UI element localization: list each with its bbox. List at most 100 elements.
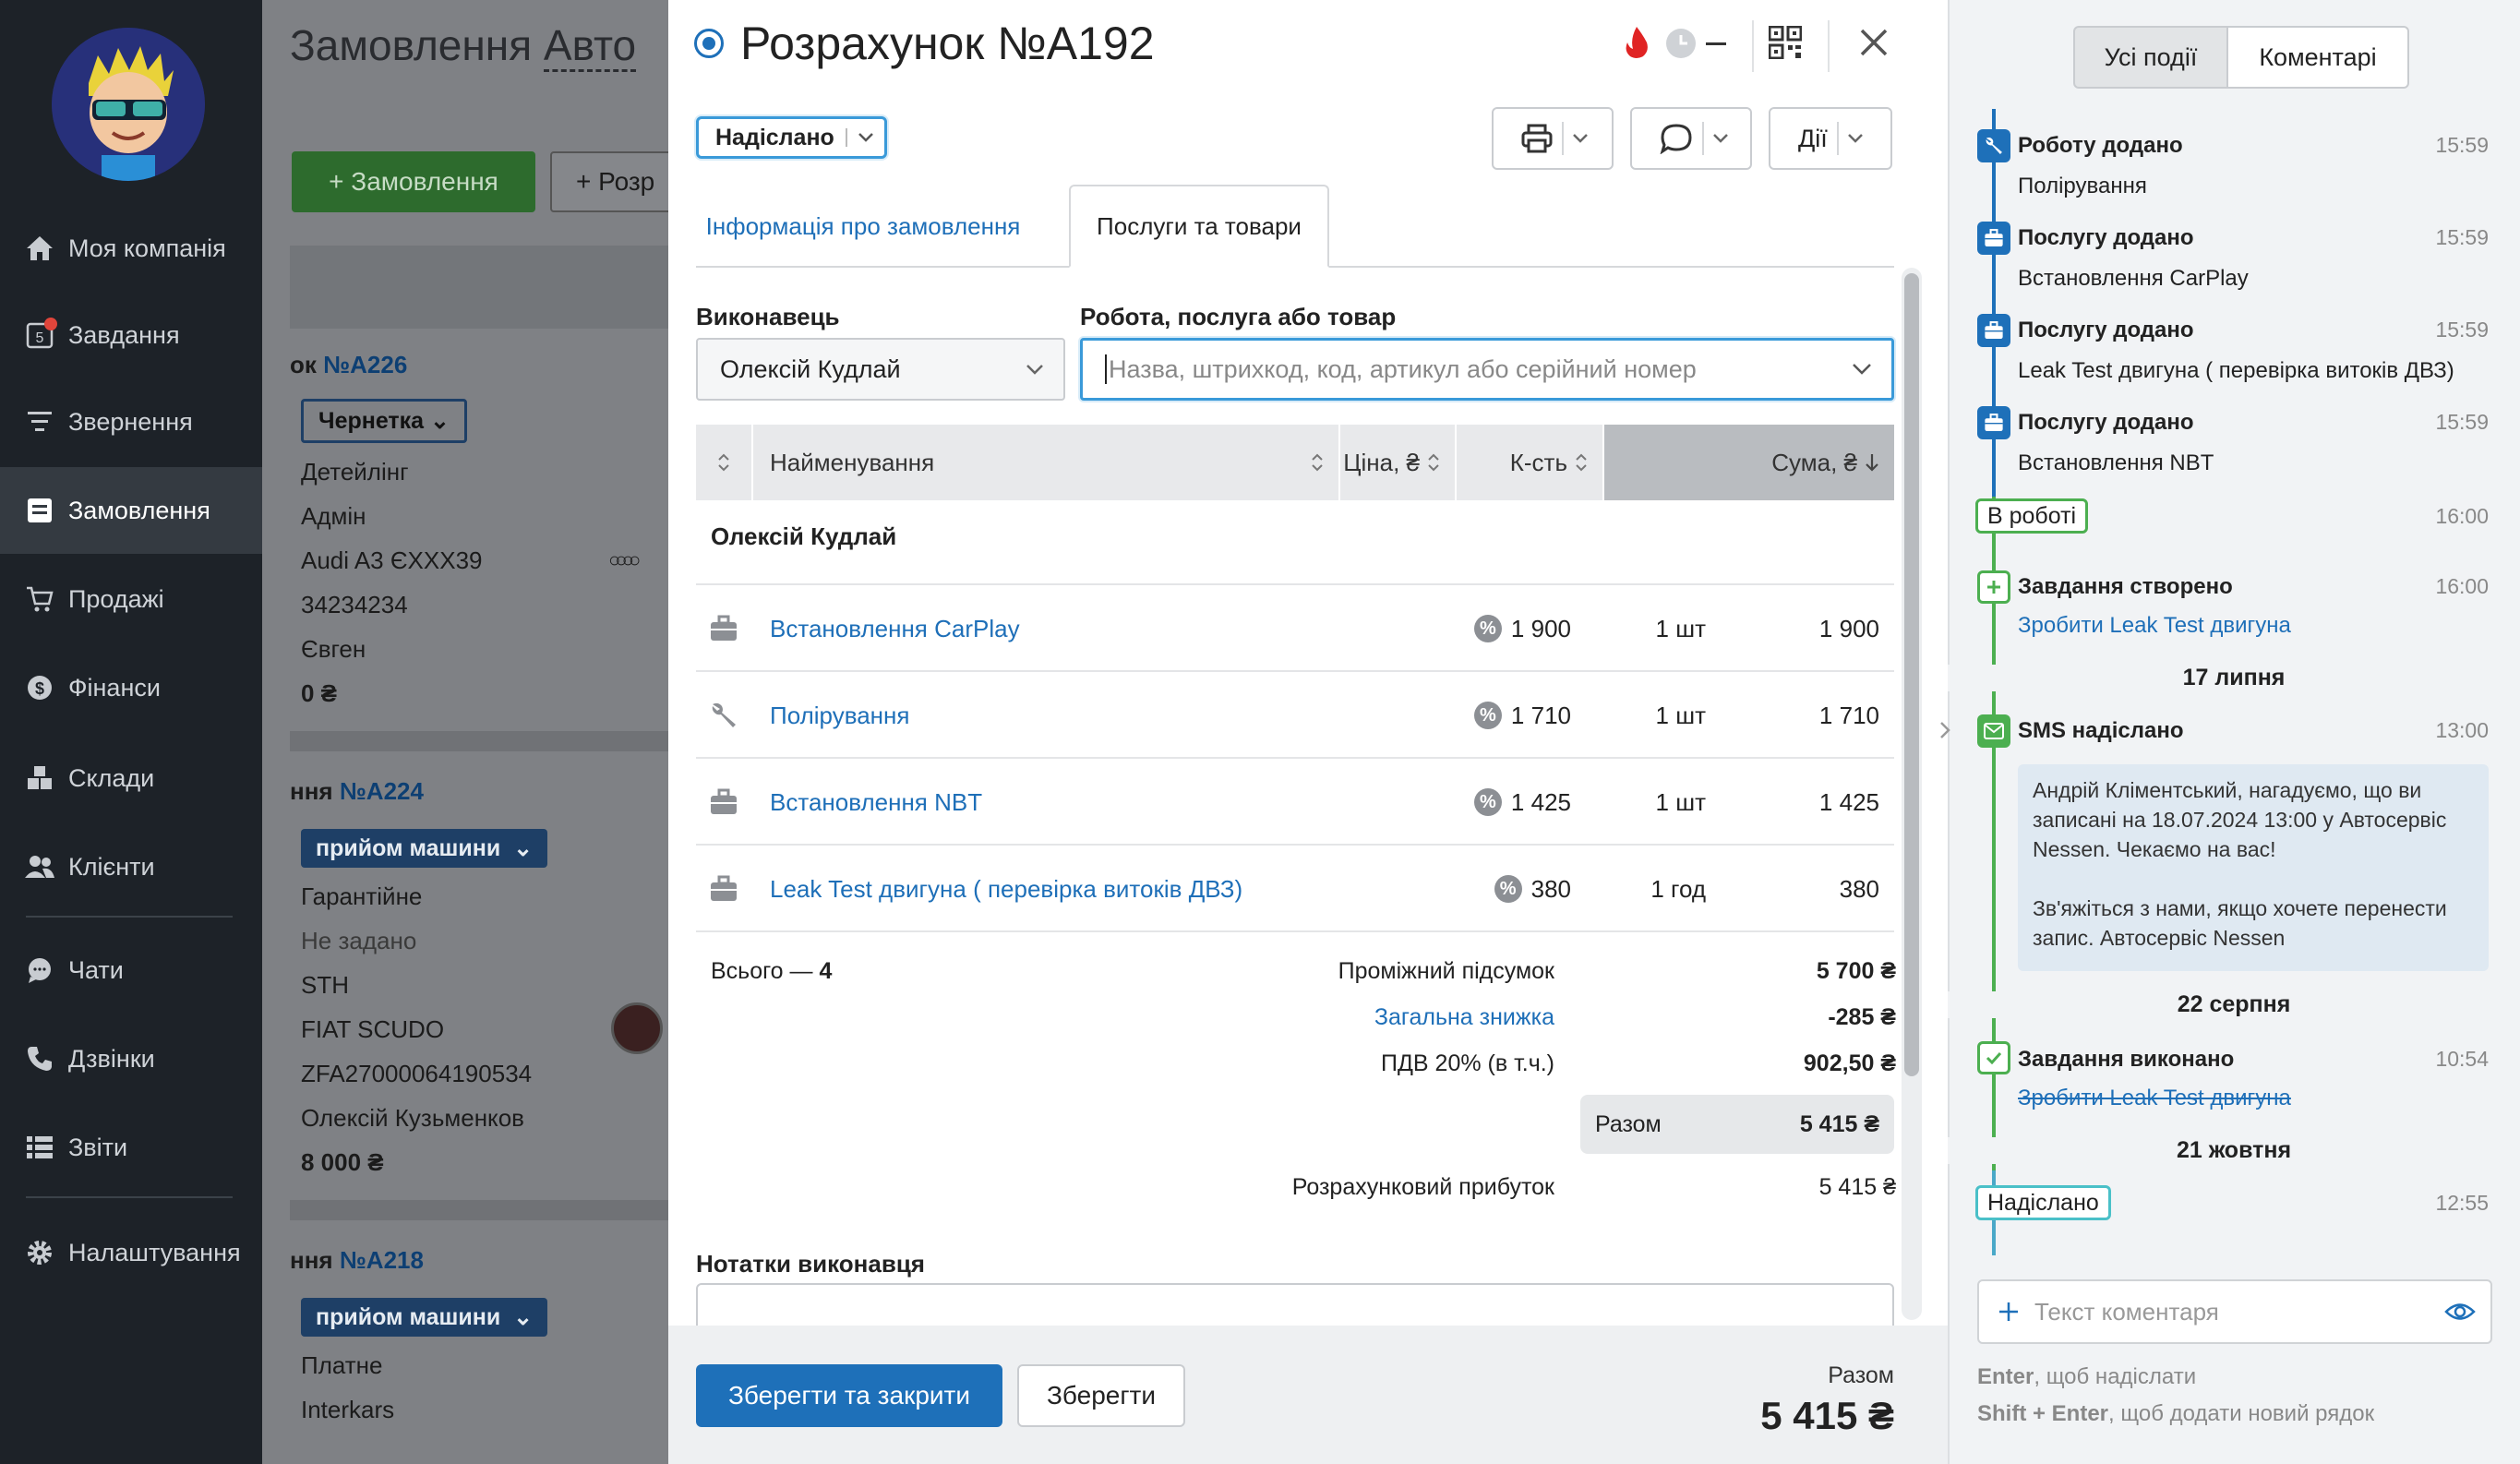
eye-icon[interactable] bbox=[2444, 1302, 2476, 1322]
nav-label: Фінанси bbox=[68, 673, 161, 702]
actions-label: Дії bbox=[1798, 124, 1828, 152]
nav-finance[interactable]: $ Фінанси bbox=[0, 644, 262, 731]
user-avatar[interactable] bbox=[52, 28, 205, 181]
row-qty: 1 год bbox=[1650, 874, 1706, 903]
save-button[interactable]: Зберегти bbox=[1017, 1364, 1185, 1427]
vat-label: ПДВ 20% (в т.ч.) bbox=[1381, 1050, 1554, 1076]
column-name[interactable]: Найменування bbox=[753, 425, 1340, 500]
divider bbox=[290, 731, 668, 751]
column-qty[interactable]: К-сть bbox=[1457, 425, 1604, 500]
table-row[interactable]: Встановлення CarPlay % 1 900 1 шт 1 900 bbox=[696, 585, 1894, 672]
executor-select[interactable]: Олексій Кудлай bbox=[696, 338, 1065, 401]
date-separator: 17 липня bbox=[1948, 665, 2520, 691]
chat-bubble-icon bbox=[22, 954, 57, 986]
order-card-header[interactable]: ння №A218 bbox=[290, 1246, 424, 1275]
nav-label: Звернення bbox=[68, 407, 193, 436]
event-title: Завдання створено bbox=[2018, 574, 2233, 599]
percent-icon: % bbox=[1473, 615, 1502, 642]
briefcase-icon bbox=[709, 759, 738, 846]
nav-sales[interactable]: Продажі bbox=[0, 556, 262, 642]
nav-chats[interactable]: Чати bbox=[0, 927, 262, 1014]
message-button[interactable] bbox=[1630, 107, 1752, 170]
order-type: Гарантійне bbox=[301, 882, 423, 910]
add-calc-button[interactable]: + Розр bbox=[550, 151, 668, 212]
row-sum: 1 425 bbox=[1818, 787, 1879, 816]
tab-all-events[interactable]: Усі події bbox=[2073, 26, 2228, 89]
priority-flame-icon[interactable] bbox=[1623, 26, 1650, 66]
chevron-right-icon bbox=[1940, 722, 1950, 738]
row-name-link[interactable]: Полірування bbox=[770, 672, 909, 759]
clock-icon bbox=[1666, 29, 1696, 58]
nav-label: Дзвінки bbox=[68, 1044, 155, 1073]
row-name-link[interactable]: Встановлення CarPlay bbox=[770, 585, 1020, 672]
date-separator: 21 жовтня bbox=[1948, 1137, 2520, 1164]
event-time: 10:54 bbox=[2435, 1047, 2489, 1071]
footer-total-label: Разом bbox=[1828, 1362, 1894, 1388]
order-source: STH bbox=[301, 971, 349, 999]
save-and-close-button[interactable]: Зберегти та закрити bbox=[696, 1364, 1002, 1427]
nav-tasks[interactable]: 5 Завдання bbox=[0, 292, 262, 378]
print-button[interactable] bbox=[1492, 107, 1614, 170]
row-name-link[interactable]: Встановлення NBT bbox=[770, 759, 982, 846]
qr-code-icon[interactable] bbox=[1768, 25, 1803, 66]
timer-indicator[interactable] bbox=[1665, 28, 1726, 59]
sort-handle[interactable] bbox=[696, 425, 753, 500]
tab-comments[interactable]: Коментарі bbox=[2226, 26, 2409, 89]
fiat-logo-icon bbox=[611, 1002, 663, 1054]
executor-value: Олексій Кудлай bbox=[720, 354, 901, 383]
close-icon[interactable] bbox=[1859, 28, 1889, 64]
table-row[interactable]: Полірування % 1 710 1 шт 1 710 bbox=[696, 672, 1894, 759]
nav-requests[interactable]: Звернення bbox=[0, 378, 262, 465]
comment-input[interactable]: Текст коментаря bbox=[1977, 1279, 2492, 1344]
footer-total-value: 5 415 ₴ bbox=[1760, 1394, 1894, 1437]
nav-orders[interactable]: Замовлення bbox=[0, 467, 262, 554]
plus-icon[interactable] bbox=[1998, 1301, 2020, 1323]
order-client: Євген bbox=[301, 635, 366, 663]
status-select[interactable]: Надіслано bbox=[696, 116, 887, 159]
scrollbar-thumb[interactable] bbox=[1904, 273, 1919, 1076]
collapse-toggle[interactable] bbox=[1931, 716, 1959, 744]
scrollbar-track[interactable] bbox=[1902, 268, 1922, 1320]
table-row[interactable]: Встановлення NBT % 1 425 1 шт 1 425 bbox=[696, 759, 1894, 846]
filter-bar bbox=[290, 246, 668, 329]
task-link-completed[interactable]: Зробити Leak Test двигуна bbox=[2018, 1086, 2291, 1111]
order-vin: ZFA27000064190534 bbox=[301, 1060, 533, 1087]
column-sum[interactable]: Сума, ₴ bbox=[1604, 425, 1894, 500]
service-icon bbox=[1977, 314, 2010, 347]
row-price: % 380 bbox=[1494, 846, 1571, 932]
executor-label: Виконавець bbox=[696, 303, 840, 330]
actions-button[interactable]: Дії bbox=[1769, 107, 1892, 170]
event-time: 13:00 bbox=[2435, 718, 2489, 742]
order-status[interactable]: прийом машини ⌄ bbox=[301, 829, 548, 868]
nav-reports[interactable]: Звіти bbox=[0, 1104, 262, 1191]
event-title: SMS надіслано bbox=[2018, 718, 2184, 743]
product-search-input[interactable]: Назва, штрихкод, код, артикул або серійн… bbox=[1080, 338, 1894, 401]
arrow-down-icon bbox=[1866, 454, 1878, 472]
table-row[interactable]: Leak Test двигуна ( перевірка витоків ДВ… bbox=[696, 846, 1894, 932]
nav-warehouses[interactable]: Склади bbox=[0, 735, 262, 822]
order-card-header[interactable]: ння №A224 bbox=[290, 777, 424, 806]
divider bbox=[1752, 20, 1754, 72]
general-discount-link[interactable]: Загальна знижка bbox=[1374, 1004, 1554, 1031]
nav-my-company[interactable]: Моя компанія bbox=[0, 205, 262, 292]
row-name-link[interactable]: Leak Test двигуна ( перевірка витоків ДВ… bbox=[770, 846, 1242, 932]
events-panel: Усі події Коментарі Роботу додано 15:59 … bbox=[1940, 0, 2520, 1464]
column-price[interactable]: Ціна, ₴ bbox=[1340, 425, 1457, 500]
nav-label: Клієнти bbox=[68, 852, 155, 881]
nav-clients[interactable]: Клієнти bbox=[0, 823, 262, 910]
row-price: % 1 425 bbox=[1473, 759, 1571, 846]
tab-order-info[interactable]: Інформація про замовлення bbox=[696, 185, 1030, 268]
nav-settings[interactable]: Налаштування bbox=[0, 1209, 262, 1296]
sort-icon bbox=[1428, 453, 1439, 472]
task-link[interactable]: Зробити Leak Test двигуна bbox=[2018, 613, 2291, 639]
event-detail: Встановлення CarPlay bbox=[2018, 266, 2249, 291]
notes-label: Нотатки виконавця bbox=[696, 1250, 925, 1278]
order-status[interactable]: Чернетка ⌄ bbox=[301, 399, 467, 443]
row-sum: 1 900 bbox=[1818, 614, 1879, 642]
order-card-header[interactable]: ок №A226 bbox=[290, 351, 407, 379]
sort-icon bbox=[1576, 453, 1587, 472]
nav-calls[interactable]: Дзвінки bbox=[0, 1015, 262, 1102]
add-order-button[interactable]: + Замовлення bbox=[292, 151, 535, 212]
tab-services-goods[interactable]: Послуги та товари bbox=[1069, 185, 1329, 268]
order-status[interactable]: прийом машини ⌄ bbox=[301, 1298, 548, 1337]
